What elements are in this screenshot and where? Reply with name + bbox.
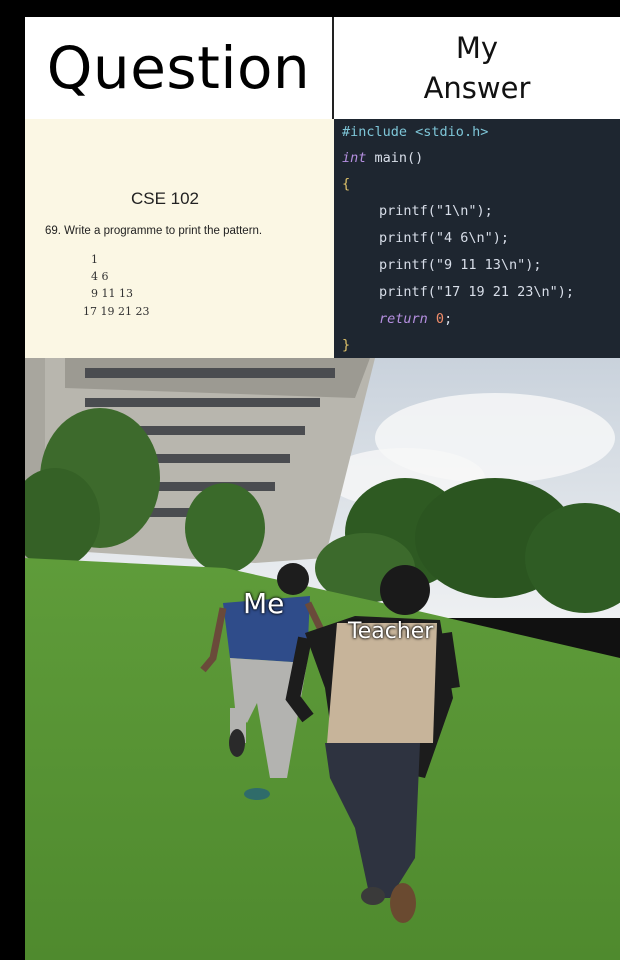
label-me: Me <box>243 587 285 620</box>
code-line-printf-2: printf("4 6\n"); <box>379 230 510 246</box>
code-line-open-brace: { <box>342 176 351 192</box>
question-prompt: 69. Write a programme to print the patte… <box>45 225 263 237</box>
pattern-row-1: 1 <box>91 253 98 266</box>
code-line-main: int main() <box>342 150 424 166</box>
answer-header: My Answer <box>334 17 620 119</box>
pattern-row-4: 17 19 21 23 <box>83 305 150 318</box>
answer-title-line2: Answer <box>423 71 531 105</box>
meme-frame: Question My Answer CSE 102 69. Write a p… <box>25 17 620 960</box>
question-title: Question <box>46 34 311 102</box>
code-line-close-brace: } <box>342 337 351 353</box>
label-teacher: Teacher <box>348 619 434 644</box>
code-line-return: return 0; <box>379 311 453 327</box>
code-line-printf-4: printf("17 19 21 23\n"); <box>379 284 575 300</box>
code-line-printf-1: printf("1\n"); <box>379 203 493 219</box>
answer-title-line1: My <box>455 31 499 65</box>
code-panel: #include <stdio.h> int main() { printf("… <box>334 119 620 358</box>
code-line-printf-3: printf("9 11 13\n"); <box>379 257 542 273</box>
photo-scene <box>25 358 620 960</box>
pattern-row-3: 9 11 13 <box>91 287 133 300</box>
pattern-row-2: 4 6 <box>91 270 109 283</box>
question-header: Question <box>25 17 334 119</box>
question-panel: CSE 102 69. Write a programme to print t… <box>25 119 334 358</box>
running-photo <box>25 358 620 960</box>
course-code: CSE 102 <box>130 189 200 208</box>
lawn <box>25 558 620 960</box>
code-line-include: #include <stdio.h> <box>342 124 489 140</box>
